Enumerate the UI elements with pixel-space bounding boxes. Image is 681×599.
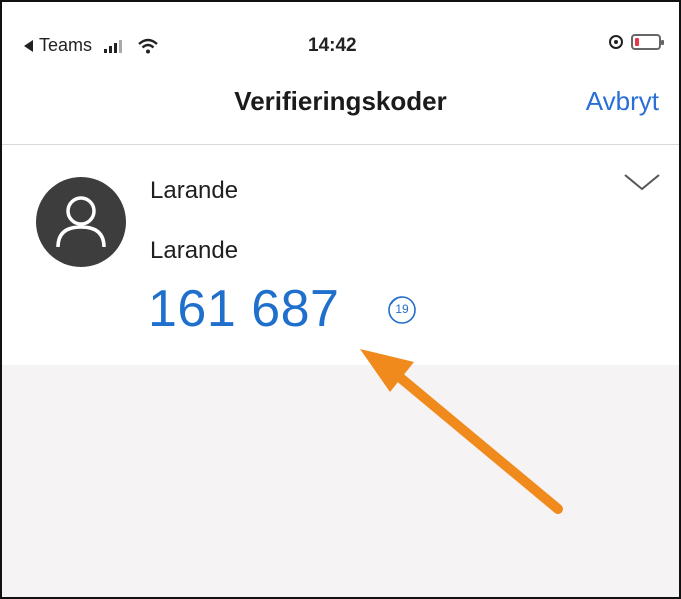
status-bar: Teams 14:42	[2, 2, 679, 62]
timer-icon: 19	[386, 294, 418, 326]
wifi-icon	[138, 38, 158, 53]
status-time: 14:42	[308, 35, 357, 56]
account-name: Larande	[150, 177, 239, 204]
page-title: Verifieringskoder	[234, 86, 447, 116]
signal-icon	[104, 39, 123, 53]
account-username: Larande	[150, 237, 239, 264]
cancel-button[interactable]: Avbryt	[586, 86, 659, 117]
back-triangle-icon	[24, 39, 33, 52]
orientation-lock-icon	[609, 35, 623, 49]
back-to-app[interactable]: Teams	[24, 35, 158, 56]
navigation-bar: Verifieringskoder Avbryt	[2, 62, 679, 145]
timer-seconds: 19	[395, 302, 409, 316]
back-app-label: Teams	[39, 35, 93, 55]
avatar-person-icon	[56, 196, 106, 248]
chevron-down-icon[interactable]	[622, 169, 662, 195]
avatar	[36, 177, 126, 267]
verification-code: 161 687	[148, 280, 340, 338]
status-right-icons	[609, 34, 664, 50]
battery-icon	[631, 34, 664, 50]
app-frame: Teams 14:42 Verifieringskoder Avbryt Lar…	[0, 0, 681, 599]
account-card[interactable]: Larande Larande 161 687 19	[2, 145, 679, 365]
